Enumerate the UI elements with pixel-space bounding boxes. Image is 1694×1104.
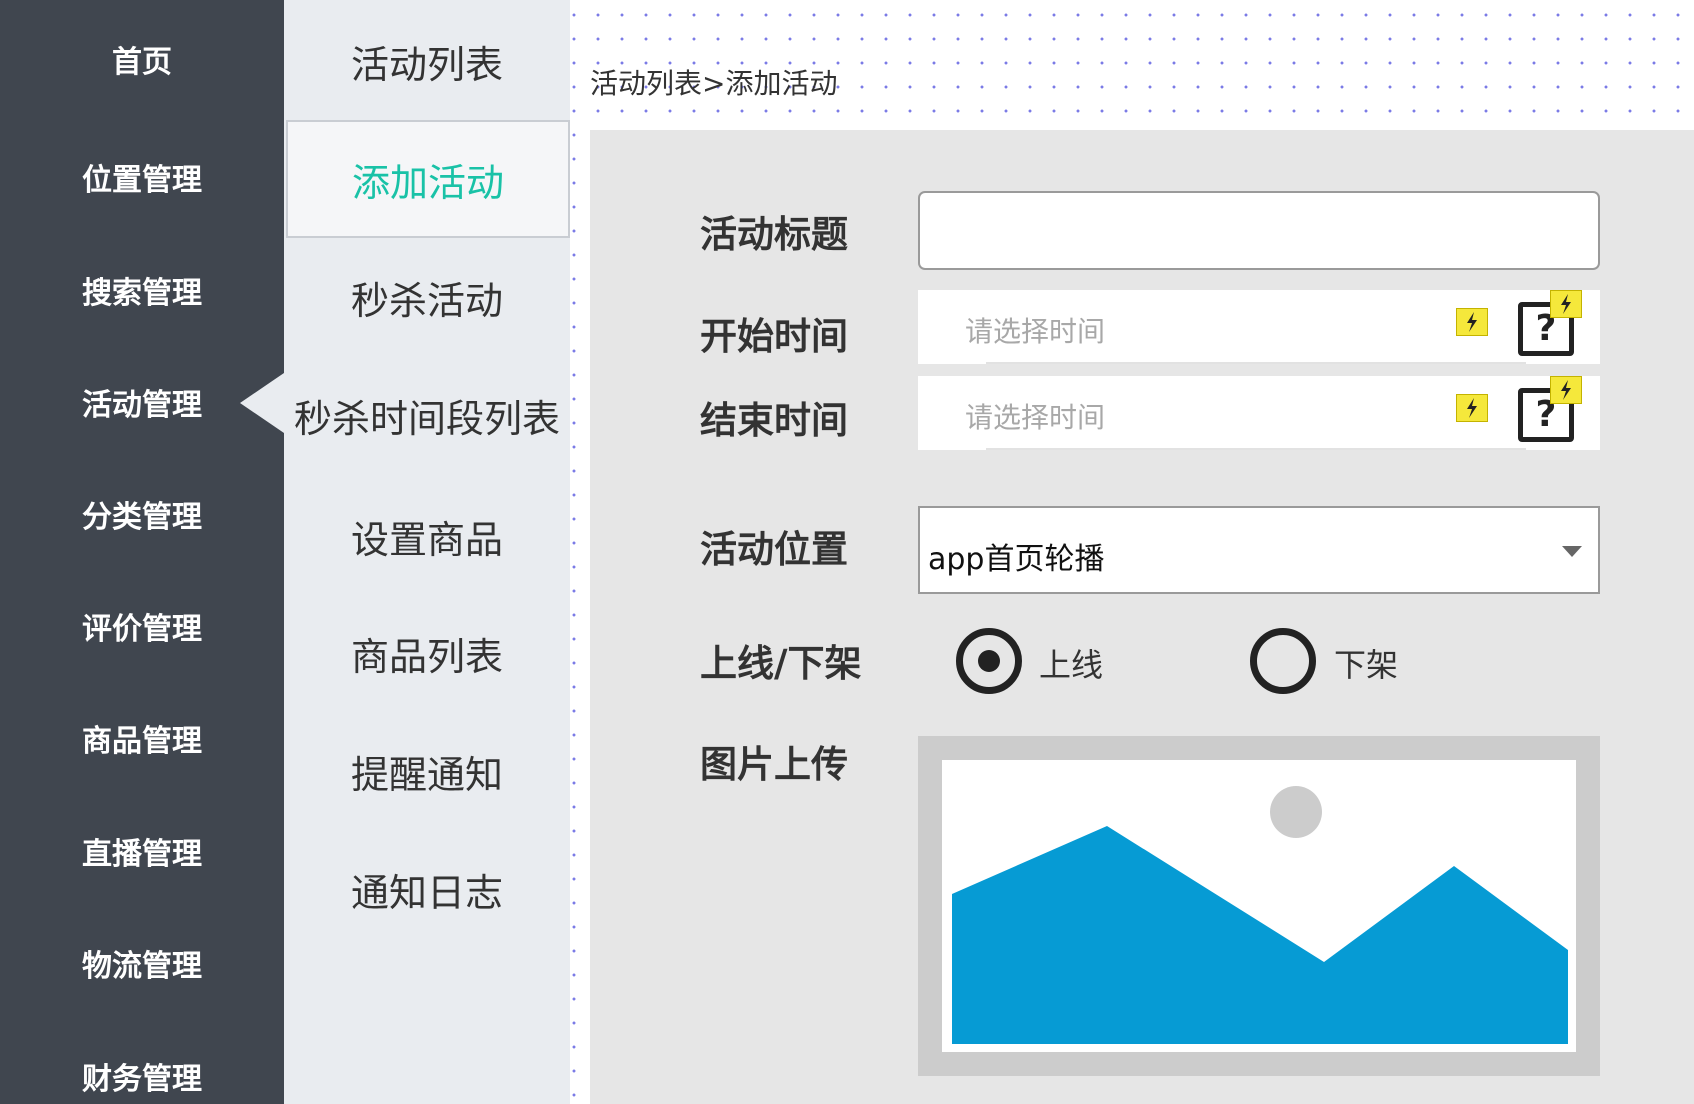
sidebar-item-label: 商品管理 <box>82 724 202 759</box>
radio-offline[interactable] <box>1250 628 1316 694</box>
position-select[interactable]: app首页轮播 <box>918 506 1600 594</box>
sidebar-item-label: 分类管理 <box>82 500 202 535</box>
radio-online-label[interactable]: 上线 <box>1039 640 1103 686</box>
lightning-bolt-icon <box>1456 394 1488 422</box>
image-upload-area[interactable] <box>918 736 1600 1076</box>
breadcrumb: 活动列表>添加活动 <box>590 67 838 100</box>
submenu-item-label: 通知日志 <box>350 870 503 915</box>
sidebar-item-live[interactable]: 直播管理 <box>0 821 284 881</box>
sidebar-item-home[interactable]: 首页 <box>0 29 284 89</box>
image-placeholder-icon <box>942 760 1576 1052</box>
lightning-bolt-icon <box>1550 376 1582 404</box>
submenu-item-add-activity[interactable]: 添加活动 <box>286 120 570 238</box>
radio-selected-dot <box>978 650 1000 672</box>
sidebar-item-location[interactable]: 位置管理 <box>0 147 284 207</box>
field-underline <box>986 448 1526 450</box>
add-activity-form: 活动标题 开始时间 请选择时间 ? 结束时间 请选择时间 ? 活动位置 app首… <box>590 130 1694 1104</box>
image-upload-label: 图片上传 <box>700 743 848 786</box>
sidebar-item-finance[interactable]: 财务管理 <box>0 1046 284 1104</box>
submenu-item-reminders[interactable]: 提醒通知 <box>284 731 570 811</box>
sidebar-item-label: 首页 <box>112 45 172 80</box>
submenu-item-label: 活动列表 <box>350 42 503 87</box>
activity-submenu: 活动列表 添加活动 秒杀活动 秒杀时间段列表 设置商品 商品列表 提醒通知 通知… <box>284 0 570 1104</box>
sidebar-item-label: 活动管理 <box>82 388 202 423</box>
sidebar-item-search[interactable]: 搜索管理 <box>0 260 284 320</box>
sidebar-item-label: 评价管理 <box>82 612 202 647</box>
status-label: 上线/下架 <box>700 642 862 685</box>
chevron-down-icon <box>1562 546 1582 557</box>
sidebar-item-label: 物流管理 <box>82 949 202 984</box>
sidebar-item-label: 直播管理 <box>82 837 202 872</box>
submenu-item-label: 秒杀时间段列表 <box>293 396 560 441</box>
submenu-item-set-products[interactable]: 设置商品 <box>284 496 570 576</box>
title-input[interactable] <box>918 191 1600 270</box>
field-underline <box>986 362 1526 364</box>
sidebar-item-label: 财务管理 <box>82 1062 202 1097</box>
end-time-picker[interactable]: 请选择时间 ? <box>918 376 1600 450</box>
end-time-label: 结束时间 <box>700 399 848 442</box>
submenu-item-notification-log[interactable]: 通知日志 <box>284 849 570 929</box>
active-pointer <box>240 373 284 433</box>
end-time-placeholder: 请选择时间 <box>965 401 1106 434</box>
position-label: 活动位置 <box>700 528 848 571</box>
start-time-label: 开始时间 <box>700 315 848 358</box>
submenu-item-flash-sale[interactable]: 秒杀活动 <box>284 257 570 337</box>
submenu-item-flash-sale-slots[interactable]: 秒杀时间段列表 <box>284 375 570 455</box>
lightning-bolt-icon <box>1456 308 1488 336</box>
start-time-picker[interactable]: 请选择时间 ? <box>918 290 1600 364</box>
position-select-value: app首页轮播 <box>928 542 1105 577</box>
sidebar-item-label: 位置管理 <box>82 163 202 198</box>
submenu-item-label: 提醒通知 <box>350 752 503 797</box>
sidebar-item-review[interactable]: 评价管理 <box>0 596 284 656</box>
sidebar-item-label: 搜索管理 <box>82 276 202 311</box>
start-time-placeholder: 请选择时间 <box>965 315 1106 348</box>
sidebar-item-logistics[interactable]: 物流管理 <box>0 933 284 993</box>
submenu-item-activity-list[interactable]: 活动列表 <box>284 21 570 101</box>
title-label: 活动标题 <box>700 213 848 256</box>
submenu-item-label: 添加活动 <box>351 160 504 205</box>
submenu-item-label: 秒杀活动 <box>350 278 503 323</box>
submenu-item-product-list[interactable]: 商品列表 <box>284 613 570 693</box>
submenu-item-label: 设置商品 <box>350 517 503 562</box>
submenu-item-label: 商品列表 <box>350 634 503 679</box>
radio-offline-label[interactable]: 下架 <box>1334 640 1398 686</box>
lightning-bolt-icon <box>1550 290 1582 318</box>
sidebar-item-product[interactable]: 商品管理 <box>0 708 284 768</box>
radio-online[interactable] <box>956 628 1022 694</box>
sidebar-item-category[interactable]: 分类管理 <box>0 484 284 544</box>
main-sidebar: 首页 位置管理 搜索管理 活动管理 分类管理 评价管理 商品管理 直播管理 物流… <box>0 0 284 1104</box>
